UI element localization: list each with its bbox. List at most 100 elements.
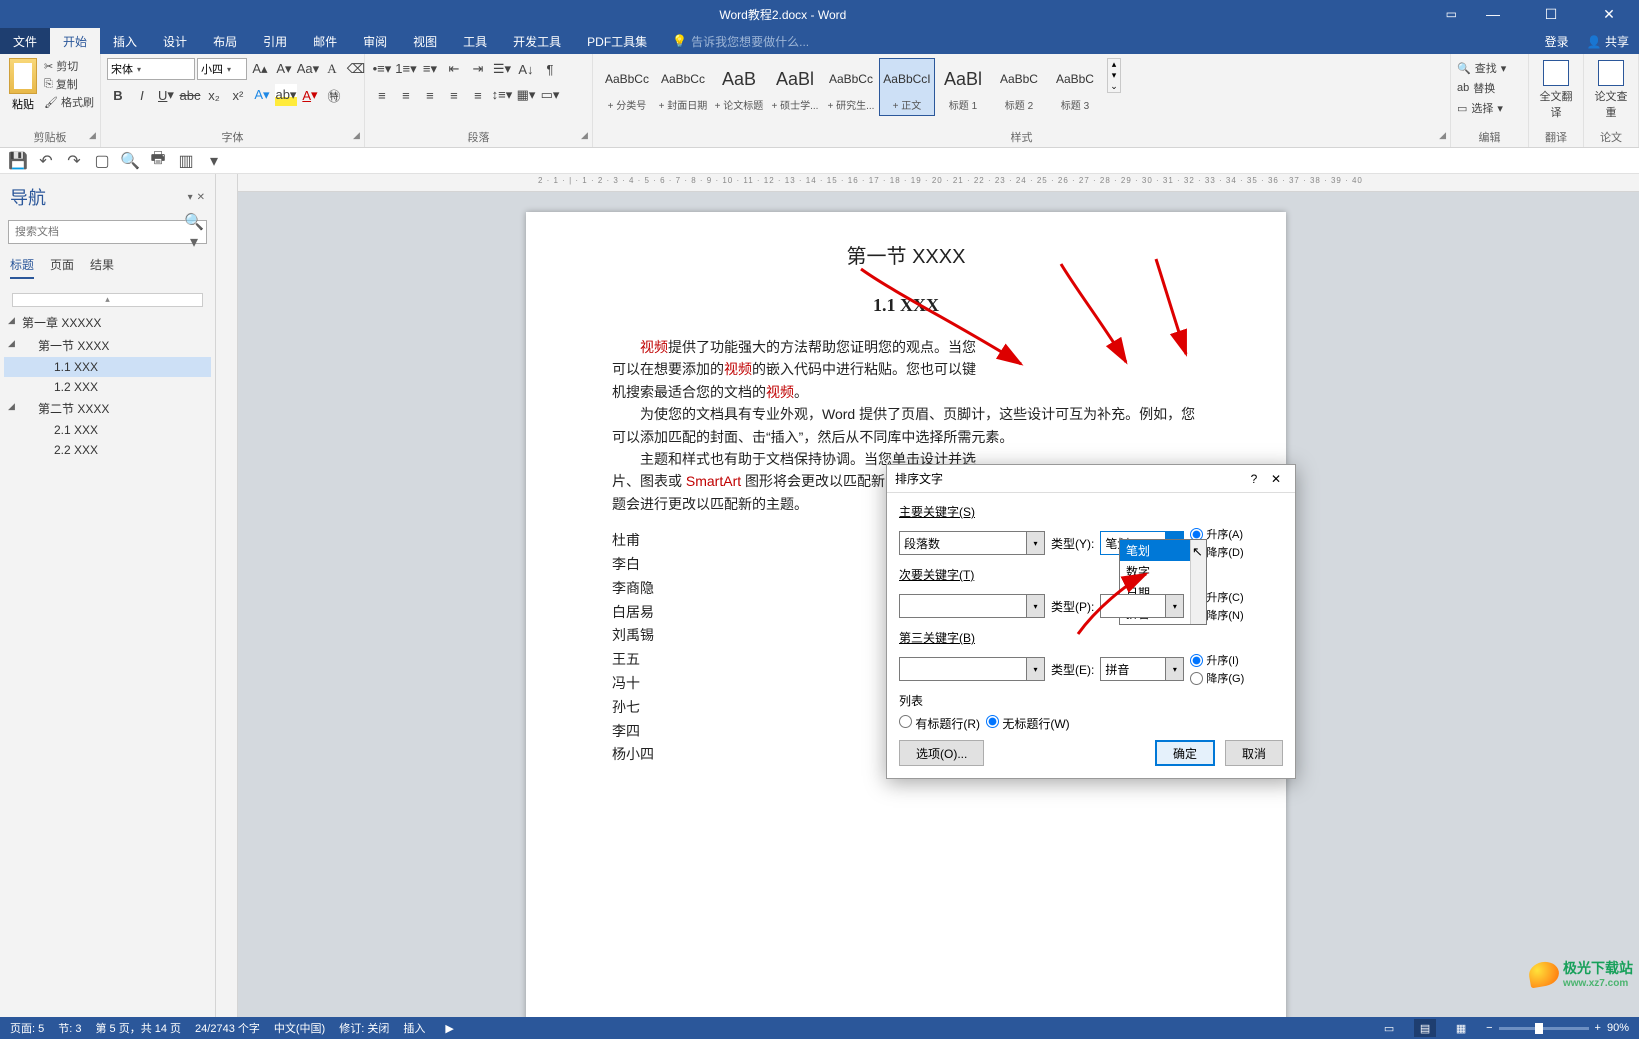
change-case-button[interactable]: Aa▾ — [297, 58, 319, 80]
style-tile[interactable]: AaBbC标题 2 — [991, 58, 1047, 116]
text-effects-button[interactable]: A▾ — [251, 84, 273, 106]
align-right-button[interactable]: ≡ — [419, 84, 441, 106]
undo-icon[interactable]: ↶ — [36, 151, 56, 171]
styles-scroll-down[interactable]: ▾ — [1108, 70, 1120, 81]
font-name-combo[interactable]: 宋体▾ — [107, 58, 195, 80]
bullets-button[interactable]: •≡▾ — [371, 58, 393, 80]
macro-record-icon[interactable]: ▶ — [445, 1022, 453, 1035]
grow-font-button[interactable]: A▴ — [249, 58, 271, 80]
phonetic-guide-button[interactable]: A — [321, 58, 343, 80]
options-button[interactable]: 选项(O)... — [899, 740, 984, 766]
select-button[interactable]: ▭选择 ▾ — [1457, 100, 1503, 116]
minimize-button[interactable]: — — [1471, 0, 1515, 28]
web-layout-icon[interactable]: ▦ — [1450, 1019, 1472, 1037]
align-left-button[interactable]: ≡ — [371, 84, 393, 106]
zoom-in-icon[interactable]: + — [1595, 1022, 1601, 1034]
nav-search[interactable]: 🔍▾ — [8, 220, 207, 244]
enclose-char-button[interactable]: ㊕ — [323, 84, 345, 106]
ok-button[interactable]: 确定 — [1155, 740, 1215, 766]
italic-button[interactable]: I — [131, 84, 153, 106]
nav-tree-node[interactable]: ◢第二节 XXXX — [4, 397, 211, 420]
paste-button[interactable]: 粘贴 — [6, 58, 40, 112]
save-icon[interactable]: 💾 — [8, 151, 28, 171]
search-icon[interactable]: 🔍▾ — [182, 212, 206, 252]
desc-radio-g[interactable]: 降序(G) — [1190, 670, 1244, 686]
increase-indent-button[interactable]: ⇥ — [467, 58, 489, 80]
zoom-percent[interactable]: 90% — [1607, 1022, 1629, 1034]
search-input[interactable] — [9, 226, 182, 238]
multilevel-button[interactable]: ≡▾ — [419, 58, 441, 80]
replace-button[interactable]: ab替换 — [1457, 80, 1495, 96]
status-page-of[interactable]: 第 5 页，共 14 页 — [95, 1020, 181, 1036]
ribbon-display-options-icon[interactable]: ▭ — [1446, 7, 1457, 21]
tab-insert[interactable]: 插入 — [100, 28, 150, 54]
nav-close-icon[interactable]: ✕ — [197, 192, 205, 203]
superscript-button[interactable]: x² — [227, 84, 249, 106]
vertical-ruler[interactable] — [216, 174, 238, 1017]
nav-tree-node[interactable]: 1.1 XXX — [4, 357, 211, 377]
horizontal-ruler[interactable]: 2 · 1 · | · 1 · 2 · 3 · 4 · 5 · 6 · 7 · … — [238, 174, 1639, 192]
tab-developer[interactable]: 开发工具 — [500, 28, 574, 54]
tab-references[interactable]: 引用 — [250, 28, 300, 54]
share-button[interactable]: 👤 共享 — [1587, 33, 1629, 50]
clear-format-button[interactable]: ⌫ — [345, 58, 367, 80]
underline-button[interactable]: U▾ — [155, 84, 177, 106]
style-tile[interactable]: AaBbCcI+ 正文 — [879, 58, 935, 116]
dialog-help-icon[interactable]: ? — [1243, 472, 1265, 486]
style-tile[interactable]: AaBbCc+ 分类号 — [599, 58, 655, 116]
redo-icon[interactable]: ↷ — [64, 151, 84, 171]
asian-layout-button[interactable]: ☰▾ — [491, 58, 513, 80]
nav-collapse-bar[interactable]: ▴ — [12, 293, 203, 307]
format-painter-button[interactable]: 🖌格式刷 — [44, 94, 94, 110]
style-tile[interactable]: AaBbCc+ 封面日期 — [655, 58, 711, 116]
tab-home[interactable]: 开始 — [50, 28, 100, 54]
no-header-row-radio[interactable]: 无标题行(W) — [986, 715, 1070, 732]
status-insert[interactable]: 插入 — [403, 1020, 425, 1036]
style-tile[interactable]: AaBl标题 1 — [935, 58, 991, 116]
print-preview-icon[interactable]: 🔍 — [120, 151, 140, 171]
cancel-button[interactable]: 取消 — [1225, 740, 1283, 766]
line-spacing-button[interactable]: ↕≡▾ — [491, 84, 513, 106]
dialog-header[interactable]: 排序文字 ? ✕ — [887, 465, 1295, 493]
align-center-button[interactable]: ≡ — [395, 84, 417, 106]
sort-button[interactable]: A↓ — [515, 58, 537, 80]
tab-mailings[interactable]: 邮件 — [300, 28, 350, 54]
nav-tree-node[interactable]: ◢第一节 XXXX — [4, 334, 211, 357]
find-button[interactable]: 🔍查找 ▾ — [1457, 60, 1506, 76]
tab-file[interactable]: 文件 — [0, 28, 50, 54]
nav-tree-node[interactable]: 2.1 XXX — [4, 420, 211, 440]
strikethrough-button[interactable]: abc — [179, 84, 201, 106]
zoom-control[interactable]: − + 90% — [1486, 1022, 1629, 1034]
cut-button[interactable]: ✂剪切 — [44, 58, 94, 74]
dialog-launcher-icon[interactable]: ◢ — [353, 130, 360, 141]
style-tile[interactable]: AaB+ 论文标题 — [711, 58, 767, 116]
zoom-slider[interactable] — [1499, 1027, 1589, 1030]
show-marks-button[interactable]: ¶ — [539, 58, 561, 80]
tab-layout[interactable]: 布局 — [200, 28, 250, 54]
status-language[interactable]: 中文(中国) — [274, 1020, 325, 1036]
font-size-combo[interactable]: 小四▾ — [197, 58, 247, 80]
nav-tab-results[interactable]: 结果 — [90, 256, 114, 279]
style-tile[interactable]: AaBbC标题 3 — [1047, 58, 1103, 116]
dialog-launcher-icon[interactable]: ◢ — [1439, 130, 1446, 141]
shading-button[interactable]: ▦▾ — [515, 84, 537, 106]
tab-design[interactable]: 设计 — [150, 28, 200, 54]
zoom-out-icon[interactable]: − — [1486, 1022, 1492, 1034]
nav-tree-node[interactable]: 1.2 XXX — [4, 377, 211, 397]
highlight-button[interactable]: ab▾ — [275, 84, 297, 106]
more-qat-icon[interactable]: ▾ — [204, 151, 224, 171]
read-mode-icon[interactable]: ▭ — [1378, 1019, 1400, 1037]
status-words[interactable]: 24/2743 个字 — [195, 1020, 260, 1036]
nav-dropdown-icon[interactable]: ▾ — [188, 192, 193, 203]
font-color-button[interactable]: A▾ — [299, 84, 321, 106]
shrink-font-button[interactable]: A▾ — [273, 58, 295, 80]
styles-scroll-up[interactable]: ▴ — [1108, 59, 1120, 70]
paper-check-button[interactable]: 论文查重 — [1590, 58, 1632, 120]
bold-button[interactable]: B — [107, 84, 129, 106]
primary-key-combo[interactable]: 段落数▾ — [899, 531, 1045, 555]
status-track[interactable]: 修订: 关闭 — [339, 1020, 389, 1036]
tab-review[interactable]: 审阅 — [350, 28, 400, 54]
status-page[interactable]: 页面: 5 — [10, 1020, 44, 1036]
borders-button[interactable]: ▭▾ — [539, 84, 561, 106]
tab-view[interactable]: 视图 — [400, 28, 450, 54]
